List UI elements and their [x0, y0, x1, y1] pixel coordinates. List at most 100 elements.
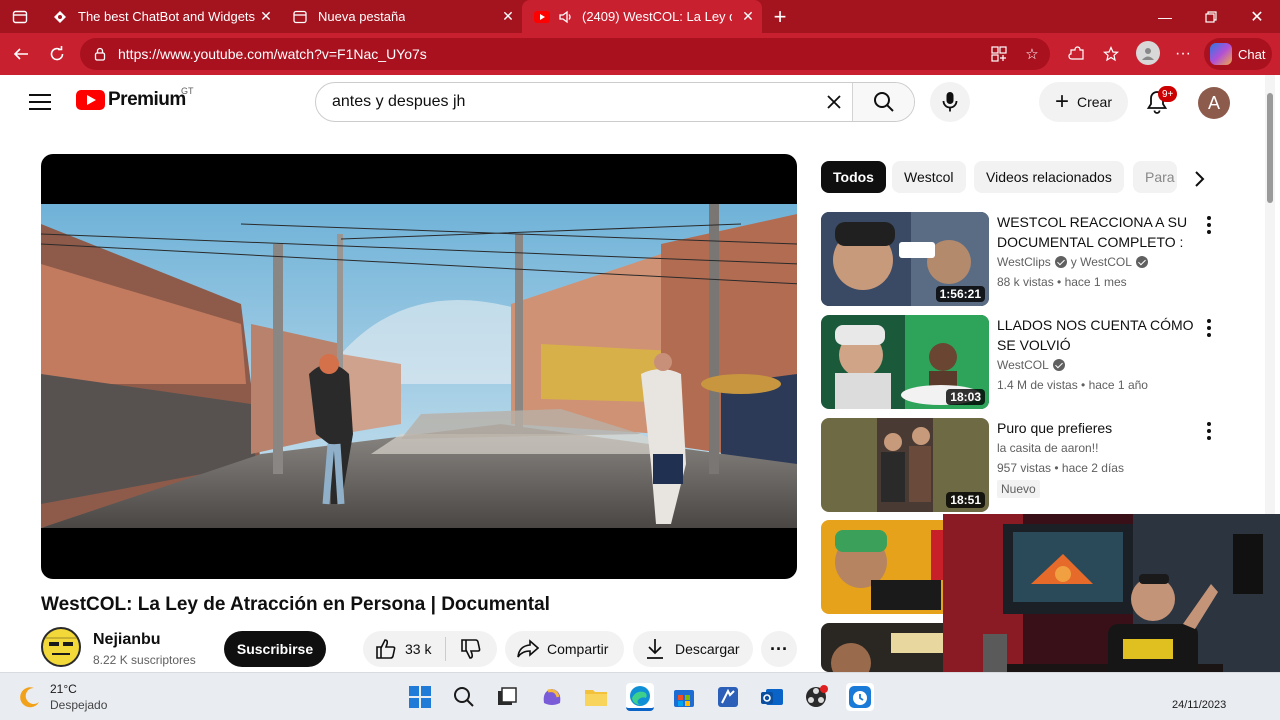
browser-tab-new[interactable]: Nueva pestaña ✕: [280, 0, 522, 33]
chip-todos[interactable]: Todos: [821, 161, 886, 193]
address-bar-row: https://www.youtube.com/watch?v=F1Nac_UY…: [0, 33, 1280, 75]
obs-record-icon[interactable]: [802, 683, 830, 711]
suggestion-channel[interactable]: WestCOL: [997, 358, 1069, 372]
window-close-icon[interactable]: ✕: [1234, 0, 1280, 33]
suggestion-channel[interactable]: WestClips y WestCOL: [997, 255, 1152, 269]
close-icon[interactable]: ✕: [258, 8, 274, 24]
windows-start-icon[interactable]: [406, 683, 434, 711]
like-count[interactable]: 33 k: [405, 641, 431, 657]
chatbot-favicon-icon: [52, 9, 68, 25]
account-avatar[interactable]: A: [1198, 87, 1230, 119]
video-thumbnail[interactable]: 1:56:21: [821, 212, 989, 306]
share-button[interactable]: Compartir: [505, 631, 624, 667]
upload-age: hace 1 mes: [1064, 275, 1127, 289]
task-view-icon[interactable]: [493, 683, 521, 711]
suggestion-title[interactable]: Puro que prefieres: [997, 418, 1202, 438]
suggestion-channel[interactable]: la casita de aaron!!: [997, 441, 1098, 455]
search-button[interactable]: [852, 83, 914, 121]
browser-tab-chatbot[interactable]: The best ChatBot and Widgets for ✕: [40, 0, 280, 33]
more-actions-icon[interactable]: ···: [761, 631, 797, 667]
voice-search-button[interactable]: [930, 82, 970, 122]
chip-videos-relacionados[interactable]: Videos relacionados: [974, 161, 1124, 193]
visual-studio-code-icon[interactable]: [714, 683, 742, 711]
video-thumbnail[interactable]: 18:51: [821, 418, 989, 512]
view-count: 88 k vistas: [997, 275, 1054, 289]
search-input[interactable]: [316, 83, 816, 121]
channel-avatar[interactable]: [41, 627, 81, 667]
copilot-chat-button[interactable]: Chat: [1204, 38, 1272, 70]
microsoft-store-icon[interactable]: [670, 683, 698, 711]
verified-check-icon: [1052, 359, 1065, 371]
weather-description[interactable]: Despejado: [50, 698, 107, 712]
weather-temperature[interactable]: 21°C: [50, 682, 77, 696]
hamburger-menu-icon[interactable]: [29, 91, 51, 113]
chip-para[interactable]: Para: [1133, 161, 1177, 193]
refresh-icon[interactable]: [44, 41, 70, 67]
create-label: Crear: [1077, 94, 1113, 110]
restore-icon[interactable]: [1188, 0, 1234, 33]
suggestion-title[interactable]: WESTCOL REACCIONA A SU DOCUMENTAL COMPLE…: [997, 212, 1202, 252]
suggested-video[interactable]: 1:56:21 WESTCOL REACCIONA A SU DOCUMENTA…: [821, 212, 1221, 308]
weather-moon-icon[interactable]: [18, 685, 42, 709]
edge-browser-icon[interactable]: [626, 683, 654, 711]
download-label: Descargar: [675, 641, 740, 657]
scrollbar-thumb[interactable]: [1267, 93, 1273, 203]
channel-name: la casita de aaron!!: [997, 441, 1099, 455]
close-icon[interactable]: ✕: [740, 8, 756, 24]
subscriber-count: 8.22 K suscriptores: [93, 653, 196, 667]
outlook-icon[interactable]: [758, 683, 786, 711]
subscribe-button[interactable]: Suscribirse: [224, 631, 326, 667]
microphone-icon: [942, 92, 958, 112]
app-available-icon[interactable]: [989, 44, 1009, 64]
more-vert-icon[interactable]: [1207, 319, 1211, 337]
download-arrow-icon: [645, 638, 665, 660]
suggested-video[interactable]: 18:03 LLADOS NOS CUENTA CÓMO SE VOLVIÓ M…: [821, 315, 1221, 411]
minimize-icon[interactable]: —: [1142, 0, 1188, 33]
file-explorer-icon[interactable]: [582, 683, 610, 711]
new-tab-plus-icon[interactable]: +: [762, 0, 798, 33]
suggested-video[interactable]: 18:51 Puro que prefieres la casita de aa…: [821, 418, 1221, 514]
favorites-icon[interactable]: [1101, 44, 1121, 64]
tab-actions-icon[interactable]: [0, 0, 40, 33]
close-icon[interactable]: ✕: [500, 8, 516, 24]
video-thumbnail[interactable]: 18:03: [821, 315, 989, 409]
create-button[interactable]: + Crear: [1039, 82, 1128, 122]
copilot-taskbar-icon[interactable]: [538, 683, 566, 711]
youtube-premium-logo[interactable]: Premium GT: [76, 86, 194, 111]
plus-icon: +: [1054, 88, 1069, 115]
clear-search-icon[interactable]: [816, 83, 852, 121]
download-button[interactable]: Descargar: [633, 631, 753, 667]
more-vert-icon[interactable]: [1207, 422, 1211, 440]
more-options-icon[interactable]: ···: [1173, 44, 1193, 64]
suggestion-meta: 957 vistas • hace 2 días: [997, 461, 1124, 475]
logo-text: Premium: [108, 89, 186, 110]
youtube-favicon-icon: [534, 9, 550, 25]
taskbar-date[interactable]: 24/11/2023: [1172, 699, 1226, 711]
profile-avatar-icon[interactable]: [1136, 41, 1160, 65]
url-field[interactable]: https://www.youtube.com/watch?v=F1Nac_UY…: [80, 38, 1050, 70]
new-badge: Nuevo: [997, 480, 1040, 498]
site-info-icon[interactable]: [92, 46, 108, 62]
favorite-star-icon[interactable]: ☆: [1022, 44, 1042, 64]
channel-name[interactable]: Nejianbu: [93, 631, 161, 649]
chip-westcol[interactable]: Westcol: [892, 161, 966, 193]
verified-check-icon: [1135, 256, 1148, 268]
taskbar-search-icon[interactable]: [450, 683, 478, 711]
more-vert-icon[interactable]: [1207, 216, 1211, 234]
browser-tab-youtube[interactable]: (2409) WestCOL: La Ley de A ✕: [522, 0, 762, 33]
like-thumb-up-icon[interactable]: [375, 638, 397, 660]
clock-app-icon[interactable]: [846, 683, 874, 711]
share-arrow-icon: [517, 639, 539, 659]
speaker-icon[interactable]: [558, 9, 574, 25]
dislike-thumb-down-icon[interactable]: [460, 638, 482, 660]
video-player[interactable]: [41, 154, 797, 579]
chevron-right-icon[interactable]: [1187, 167, 1211, 191]
suggestion-meta: 88 k vistas • hace 1 mes: [997, 275, 1127, 289]
back-arrow-icon[interactable]: [8, 41, 34, 67]
channel-name: WestCOL: [997, 358, 1049, 372]
suggestion-title[interactable]: LLADOS NOS CUENTA CÓMO SE VOLVIÓ MULTIMI…: [997, 315, 1202, 355]
search-box: [315, 82, 915, 122]
extensions-icon[interactable]: [1066, 44, 1086, 64]
channel-name: WestClips: [997, 255, 1051, 269]
copilot-icon: [1210, 43, 1232, 65]
